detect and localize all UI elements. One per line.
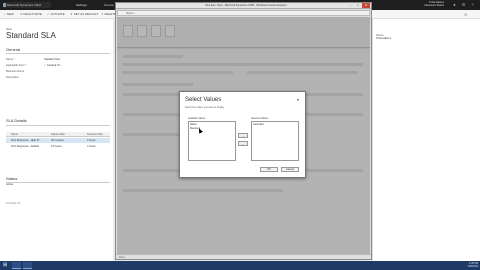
- avatar-icon[interactable]: ●: [452, 2, 457, 7]
- field-label: Name *: [6, 58, 15, 61]
- field-label: Business Hours: [6, 70, 25, 73]
- cell-failure: 2.5 hours: [51, 145, 62, 148]
- minimize-icon[interactable]: –: [346, 3, 354, 8]
- status-value: Active: [6, 183, 14, 186]
- field-label: Applicable From *: [6, 64, 27, 67]
- close-window-icon[interactable]: ✕: [362, 3, 370, 8]
- status-text: Done: [119, 256, 125, 259]
- cell-failure: 30 minutes: [51, 139, 64, 142]
- browser-status-bar: Done: [116, 254, 371, 259]
- field-label: Description: [6, 76, 19, 79]
- section-heading-status: Status: [6, 176, 18, 181]
- cell-success: 7 hours: [87, 145, 96, 148]
- list-item[interactable]: Status: [190, 123, 197, 126]
- section-divider: [6, 53, 110, 54]
- applicable-from-field[interactable]: Created On: [44, 64, 60, 67]
- set-as-default-button[interactable]: ★SET AS DEFAULT: [70, 12, 98, 17]
- selected-values-label: Selected Values: [251, 117, 269, 120]
- field-row-name[interactable]: Name * Standard SLA: [6, 58, 110, 62]
- record-form: SLA Standard SLA General Name * Standard…: [0, 19, 113, 261]
- user-org: Adventure Works: [424, 4, 444, 8]
- table-row[interactable]: First Response - Default 2.5 hours 7 hou…: [6, 144, 110, 149]
- taskbar-app-explorer[interactable]: [23, 262, 32, 269]
- table-row[interactable]: First Response - High Pr... 30 minutes 2…: [6, 138, 110, 143]
- delete-button[interactable]: ✕DELETE: [101, 12, 116, 17]
- section-heading-general: General: [6, 47, 21, 52]
- activate-icon: ✓: [47, 12, 50, 16]
- maximize-icon[interactable]: □: [354, 3, 362, 8]
- available-values-label: Available Values: [188, 117, 206, 120]
- field-row-applicable-from[interactable]: Applicable From * Created On: [6, 64, 110, 68]
- start-icon[interactable]: ⊞: [3, 263, 9, 268]
- deactivate-icon: ⊘: [20, 12, 23, 16]
- user-info[interactable]: Trista Adams Adventure Works: [418, 1, 444, 8]
- column-header-success[interactable]: Success After: [87, 133, 103, 136]
- owner-field[interactable]: Trista Adams: [376, 37, 391, 40]
- select-values-dialog: Select Values ▾ Select the values you wa…: [179, 91, 306, 178]
- section-heading-sla-details: SLA Details: [6, 118, 27, 123]
- taskbar-app-ie[interactable]: [12, 262, 21, 269]
- gear-icon[interactable]: ⚙: [461, 2, 466, 7]
- close-icon[interactable]: ▾: [297, 97, 299, 102]
- dialog-subtitle: Select the values you want to display.: [185, 106, 225, 109]
- cell-success: 2 hours: [87, 139, 96, 142]
- cancel-button[interactable]: Cancel: [281, 167, 299, 172]
- column-header-failure[interactable]: Failure After: [51, 133, 65, 136]
- selected-values-list[interactable]: Cancelled: [251, 121, 299, 161]
- address-text: https://...: [126, 12, 136, 15]
- clock-date: 11/6/2013: [467, 265, 478, 269]
- new-button[interactable]: +NEW: [4, 12, 14, 17]
- name-field[interactable]: Standard SLA: [44, 58, 60, 61]
- delete-icon: ✕: [101, 12, 104, 16]
- app-title[interactable]: Microsoft Dynamics CRM: [3, 2, 51, 8]
- address-bar[interactable]: https://...: [117, 10, 370, 16]
- section-divider: [6, 182, 110, 183]
- cell-name: First Response - High Pr...: [11, 139, 42, 142]
- deactivate-label: DEACTIVATE: [23, 12, 42, 16]
- deactivate-button[interactable]: ⊘DEACTIVATE: [20, 12, 42, 17]
- activate-button[interactable]: ✓ACTIVATE: [47, 12, 65, 17]
- default-icon: ★: [70, 12, 73, 16]
- right-panel: Owner Trista Adams: [372, 19, 480, 261]
- ok-button[interactable]: OK: [260, 167, 278, 172]
- activate-label: ACTIVATE: [50, 12, 65, 16]
- set-as-default-label: SET AS DEFAULT: [73, 12, 99, 16]
- section-divider: [6, 125, 110, 126]
- browser-title-bar[interactable]: SLA Item: New - Microsoft Dynamics CRM -…: [116, 3, 371, 9]
- plus-icon: +: [4, 12, 6, 16]
- field-row-business-hours[interactable]: Business Hours: [6, 70, 110, 74]
- nav-tab-settings[interactable]: Settings: [76, 2, 87, 8]
- system-clock[interactable]: 1:45 PM 11/6/2013: [452, 262, 478, 269]
- new-label: NEW: [6, 12, 14, 16]
- add-arrow-button[interactable]: →: [238, 133, 248, 138]
- browser-title: SLA Item: New - Microsoft Dynamics CRM -…: [205, 4, 287, 7]
- cell-name: First Response - Default: [11, 145, 39, 148]
- sla-items-grid-header: Name Failure After Success After: [6, 132, 110, 137]
- list-item[interactable]: Cancelled: [253, 123, 264, 126]
- help-icon[interactable]: ?: [470, 2, 475, 7]
- dialog-title: Select Values: [185, 97, 222, 103]
- page-title: Standard SLA: [6, 31, 56, 40]
- available-values-list[interactable]: Status Resolved: [188, 121, 236, 161]
- column-header-name[interactable]: Name: [11, 133, 18, 136]
- field-row-description[interactable]: Description: [6, 76, 110, 80]
- form-footer: Is Default: No: [6, 202, 21, 205]
- close-icon[interactable]: ✕: [464, 12, 467, 17]
- windows-taskbar: ⊞ 1:45 PM 11/6/2013: [0, 261, 480, 270]
- remove-arrow-button[interactable]: ←: [238, 141, 248, 146]
